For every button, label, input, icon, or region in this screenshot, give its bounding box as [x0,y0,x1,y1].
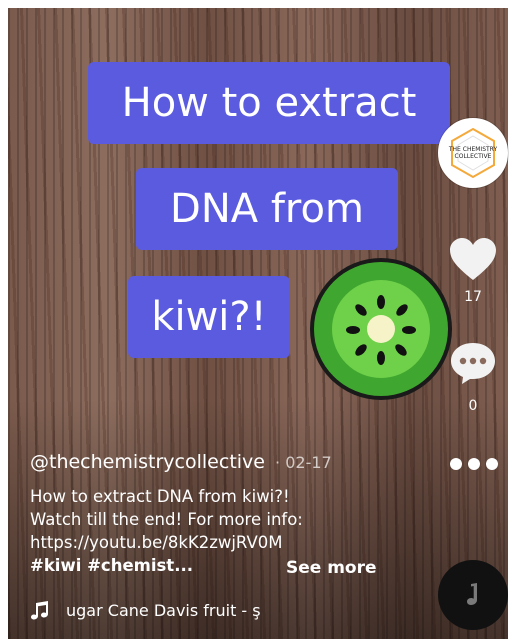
music-disc[interactable] [438,560,508,630]
see-more-button[interactable]: See more [286,558,377,578]
caption-line-3: kiwi?! [128,276,290,358]
kiwi-sticker [310,258,452,400]
caption-text-2: DNA from [170,186,364,232]
description-link[interactable]: https://youtu.be/8kK2zwjRV0M [30,531,430,554]
disc-music-icon [467,583,477,605]
caption-text-3: kiwi?! [151,294,267,340]
music-title: ugar Cane Davis fruit - ş [66,600,261,620]
caption-line-1: How to extract [88,62,450,144]
heart-icon[interactable] [448,236,498,282]
avatar-text: THE CHEMISTRY COLLECTIVE [449,146,497,160]
comment-bubble-icon[interactable] [448,340,498,386]
more-dots-icon[interactable] [448,456,500,472]
description-line-1: How to extract DNA from kiwi?! [30,487,290,506]
avatar-text-line2: COLLECTIVE [454,153,492,160]
creator-handle-row[interactable]: @thechemistrycollective · 02-17 [30,451,332,473]
like-count: 17 [464,289,482,305]
comment-count: 0 [468,398,478,414]
app-frame: How to extract DNA from kiwi?! THE CHEMI… [0,0,511,639]
caption-line-2: DNA from [136,168,398,250]
creator-handle[interactable]: @thechemistrycollective [30,451,265,473]
music-row[interactable]: ugar Cane Davis fruit - ş [30,600,261,620]
caption-text-1: How to extract [121,80,417,126]
post-date: · 02-17 [275,453,332,472]
music-note-icon [31,601,48,620]
creator-avatar[interactable]: THE CHEMISTRY COLLECTIVE [438,118,508,188]
description-line-2: Watch till the end! For more info: [30,510,303,529]
avatar-text-line1: THE CHEMISTRY [448,146,498,153]
